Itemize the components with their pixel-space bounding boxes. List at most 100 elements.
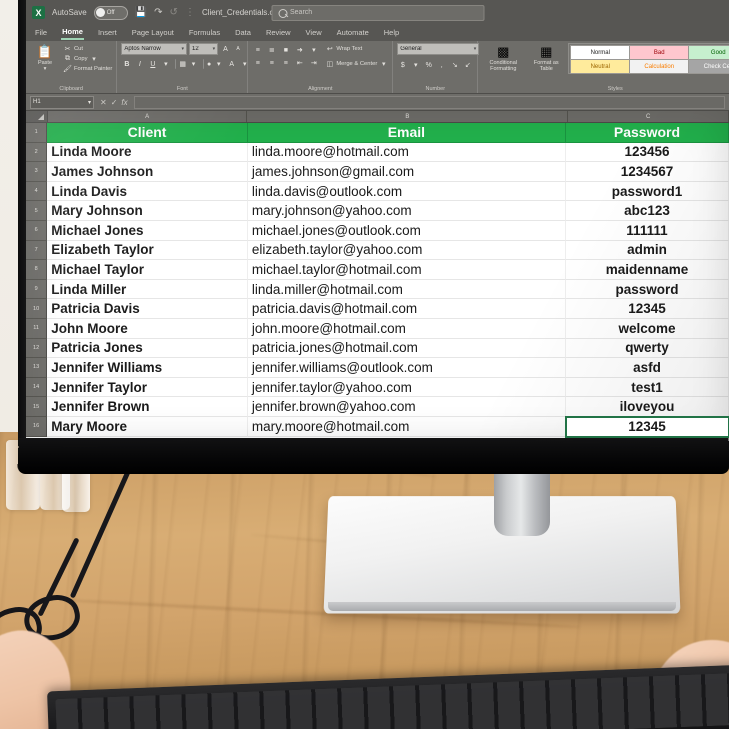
column-header-b[interactable]: B <box>247 111 569 122</box>
fill-caret-icon[interactable]: ▾ <box>213 59 224 69</box>
tab-review[interactable]: Review <box>265 28 292 39</box>
decrease-indent-icon[interactable]: ⇤ <box>294 58 305 68</box>
header-cell-password[interactable]: Password <box>565 123 729 143</box>
save-icon[interactable]: 💾 <box>135 7 147 18</box>
row-header[interactable]: 12 <box>26 338 48 359</box>
tab-insert[interactable]: Insert <box>97 28 118 39</box>
style-bad[interactable]: Bad <box>629 45 690 60</box>
cell-client[interactable]: John Moore <box>47 318 248 339</box>
enter-icon[interactable]: ✓ <box>111 98 118 107</box>
row-header[interactable]: 7 <box>26 240 48 261</box>
increase-decimal-icon[interactable]: ↘ <box>449 60 460 70</box>
cell-email[interactable]: jennifer.taylor@yahoo.com <box>247 377 566 398</box>
align-left-icon[interactable]: ≡ <box>252 58 263 68</box>
cell-password[interactable]: test1 <box>565 377 729 398</box>
format-painter-button[interactable]: 🖌 Format Painter <box>63 64 112 73</box>
undo-icon[interactable]: ↷ <box>154 7 162 18</box>
number-format-combo[interactable]: General ▾ <box>397 43 480 55</box>
font-color-icon[interactable]: A <box>226 59 237 69</box>
tab-view[interactable]: View <box>305 28 323 39</box>
cell-email[interactable]: linda.davis@outlook.com <box>247 181 566 202</box>
cell-email[interactable]: patricia.jones@hotmail.com <box>247 338 566 359</box>
select-all-corner[interactable] <box>26 111 48 122</box>
cell-client[interactable]: Linda Moore <box>47 142 248 163</box>
cell-client[interactable]: James Johnson <box>47 162 248 182</box>
style-normal[interactable]: Normal <box>570 45 631 60</box>
percent-button[interactable]: % <box>423 60 434 70</box>
align-top-icon[interactable]: ≡ <box>252 45 263 55</box>
tab-data[interactable]: Data <box>234 28 252 39</box>
shrink-font-button[interactable]: A <box>233 44 244 54</box>
style-check-cell[interactable]: Check Cell <box>688 59 729 74</box>
cell-email[interactable]: michael.jones@outlook.com <box>247 220 566 241</box>
tab-help[interactable]: Help <box>383 28 400 39</box>
cell-client[interactable]: Linda Davis <box>47 181 248 202</box>
row-header[interactable]: 2 <box>26 142 48 163</box>
align-right-icon[interactable]: ≡ <box>280 58 291 68</box>
fill-color-icon[interactable]: ● <box>202 59 211 69</box>
cell-password[interactable]: 12345 <box>565 299 729 319</box>
wrap-text-button[interactable]: ↩ Wrap Text <box>325 44 388 53</box>
tab-automate[interactable]: Automate <box>336 28 370 39</box>
tab-home[interactable]: Home <box>61 27 84 40</box>
cell-client[interactable]: Jennifer Brown <box>47 397 248 417</box>
row-header[interactable]: 15 <box>26 397 48 417</box>
merge-center-button[interactable]: ◫ Merge & Center ▾ <box>325 59 388 68</box>
conditional-formatting-button[interactable]: ▩ Conditional Formatting <box>482 43 524 73</box>
redo-icon[interactable]: ↺ <box>170 7 178 18</box>
orientation-caret-icon[interactable]: ▾ <box>308 45 319 55</box>
cell-client[interactable]: Elizabeth Taylor <box>47 240 248 261</box>
cell-password[interactable]: iloveyou <box>565 397 729 417</box>
row-header[interactable]: 8 <box>26 260 48 280</box>
row-header[interactable]: 10 <box>26 299 48 319</box>
italic-button[interactable]: I <box>134 59 145 69</box>
more-icon[interactable]: ⋮ <box>185 7 195 18</box>
row-header[interactable]: 6 <box>26 220 48 241</box>
borders-caret-icon[interactable]: ▾ <box>188 59 199 69</box>
row-header[interactable]: 5 <box>26 201 48 221</box>
cell-client[interactable]: Michael Taylor <box>47 260 248 280</box>
cell-email[interactable]: mary.johnson@yahoo.com <box>247 201 566 221</box>
cell-client[interactable]: Patricia Jones <box>47 338 248 359</box>
function-icon[interactable]: fx <box>121 98 127 107</box>
font-size-combo[interactable]: 12 ▾ <box>189 43 219 55</box>
row-header[interactable]: 16 <box>26 416 48 437</box>
cell-email[interactable]: patricia.davis@hotmail.com <box>247 299 566 319</box>
style-good[interactable]: Good <box>688 45 729 60</box>
row-header-1[interactable]: 1 <box>26 123 48 143</box>
underline-button[interactable]: U <box>147 59 158 69</box>
cell-password[interactable]: maidenname <box>565 260 729 280</box>
align-center-icon[interactable]: ≡ <box>266 58 277 68</box>
cell-client[interactable]: Michael Jones <box>47 220 248 241</box>
cell-client[interactable]: Jennifer Taylor <box>47 377 248 398</box>
cell-password-selected[interactable]: 12345 <box>564 415 729 438</box>
cell-password[interactable]: admin <box>565 240 729 261</box>
cancel-icon[interactable]: ✕ <box>100 98 107 107</box>
tab-file[interactable]: File <box>34 28 48 39</box>
cell-password[interactable]: 123456 <box>565 142 729 163</box>
cell-email[interactable]: elizabeth.taylor@yahoo.com <box>247 240 566 261</box>
align-middle-icon[interactable]: ≣ <box>266 45 277 55</box>
cell-client[interactable]: Mary Johnson <box>47 201 248 221</box>
cell-password[interactable]: qwerty <box>565 338 729 359</box>
cell-email[interactable]: james.johnson@gmail.com <box>247 162 566 182</box>
name-box[interactable]: H1 ▾ <box>30 95 94 109</box>
copy-button[interactable]: ⧉ Copy ▾ <box>63 54 112 63</box>
column-header-c[interactable]: C <box>568 111 729 122</box>
decrease-decimal-icon[interactable]: ↙ <box>462 60 473 70</box>
header-cell-client[interactable]: Client <box>47 123 248 143</box>
merge-caret-icon[interactable]: ▾ <box>379 59 388 68</box>
cell-client[interactable]: Linda Miller <box>47 279 248 300</box>
column-header-a[interactable]: A <box>47 111 248 122</box>
cell-client[interactable]: Patricia Davis <box>47 299 248 319</box>
cell-client[interactable]: Jennifer Williams <box>47 358 248 378</box>
search-input[interactable]: Search <box>271 4 484 21</box>
cell-email[interactable]: jennifer.williams@outlook.com <box>247 358 566 378</box>
align-bottom-icon[interactable]: ■ <box>280 45 291 55</box>
cell-password[interactable]: 111111 <box>565 220 729 241</box>
header-cell-email[interactable]: Email <box>247 123 566 143</box>
cell-email[interactable]: michael.taylor@hotmail.com <box>247 260 566 280</box>
paste-button[interactable]: 📋 Paste ▾ <box>30 43 60 73</box>
cell-email[interactable]: mary.moore@hotmail.com <box>247 416 566 437</box>
cell-password[interactable]: password1 <box>565 181 729 202</box>
